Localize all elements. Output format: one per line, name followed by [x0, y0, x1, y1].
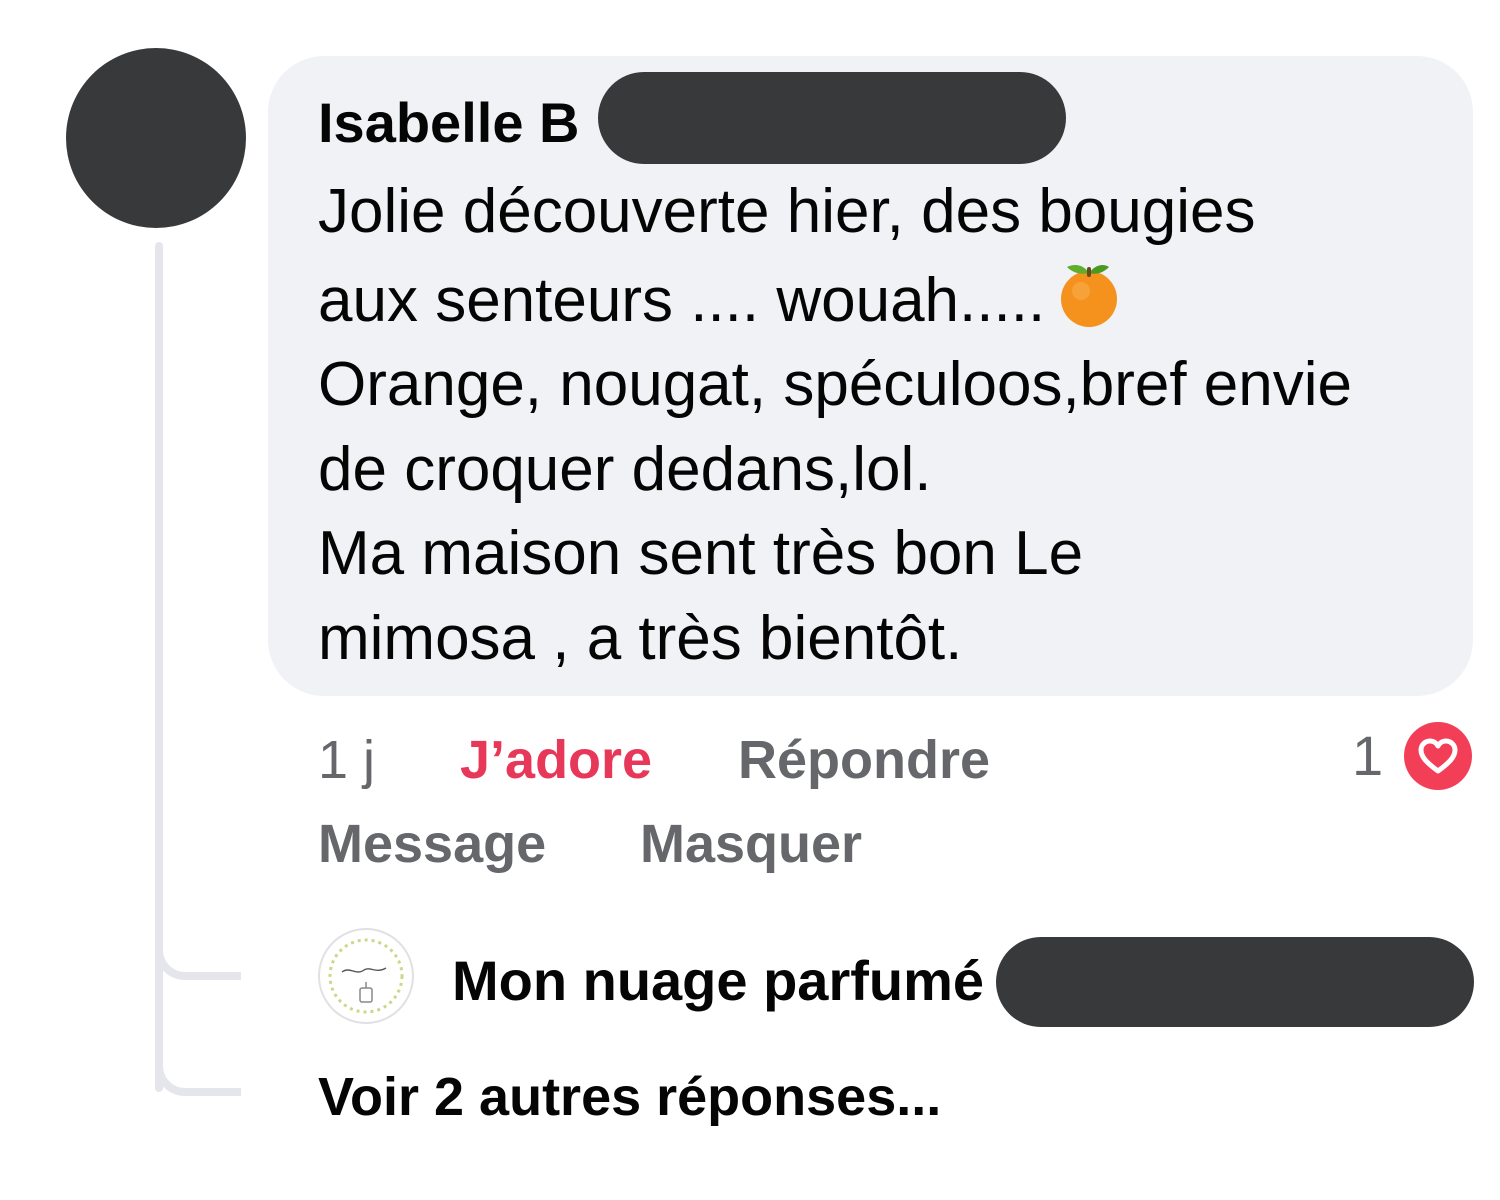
brand-logo-icon [328, 938, 404, 1014]
reaction-count[interactable]: 1 [1352, 724, 1383, 788]
comment-line: de croquer dedans,lol. [318, 434, 932, 504]
comment-author-name[interactable]: Isabelle B [318, 88, 579, 158]
view-more-replies-link[interactable]: Voir 2 autres réponses... [318, 1064, 941, 1130]
thread-branch-reply [155, 950, 241, 980]
comment-line-text: aux senteurs .... wouah..... [318, 265, 1046, 335]
comment-line: Ma maison sent très bon Le [318, 519, 1084, 588]
love-button[interactable]: J’adore [460, 728, 652, 792]
redaction-mark [996, 937, 1474, 1027]
comment-line: Jolie découverte hier, des bougies [318, 177, 1256, 246]
heart-icon[interactable] [1404, 722, 1472, 790]
orange-icon [1051, 255, 1127, 331]
commenter-avatar[interactable] [66, 48, 246, 228]
reply-button[interactable]: Répondre [738, 728, 990, 792]
message-button[interactable]: Message [318, 812, 546, 876]
comment-line-with-emoji: aux senteurs .... wouah..... [318, 255, 1448, 344]
reply-avatar[interactable] [318, 928, 414, 1024]
hide-button[interactable]: Masquer [640, 812, 862, 876]
redaction-mark [598, 72, 1066, 164]
comment-line: Orange, nougat, spéculoos,bref envie [318, 350, 1353, 419]
comment-line: mimosa , a très bientôt. [318, 603, 963, 673]
comment-text: Jolie découverte hier, des bougies aux s… [318, 170, 1448, 681]
comment-timestamp[interactable]: 1 j [318, 728, 375, 792]
reply-author-name[interactable]: Mon nuage parfumé [452, 948, 984, 1014]
thread-branch-more [155, 1066, 241, 1096]
